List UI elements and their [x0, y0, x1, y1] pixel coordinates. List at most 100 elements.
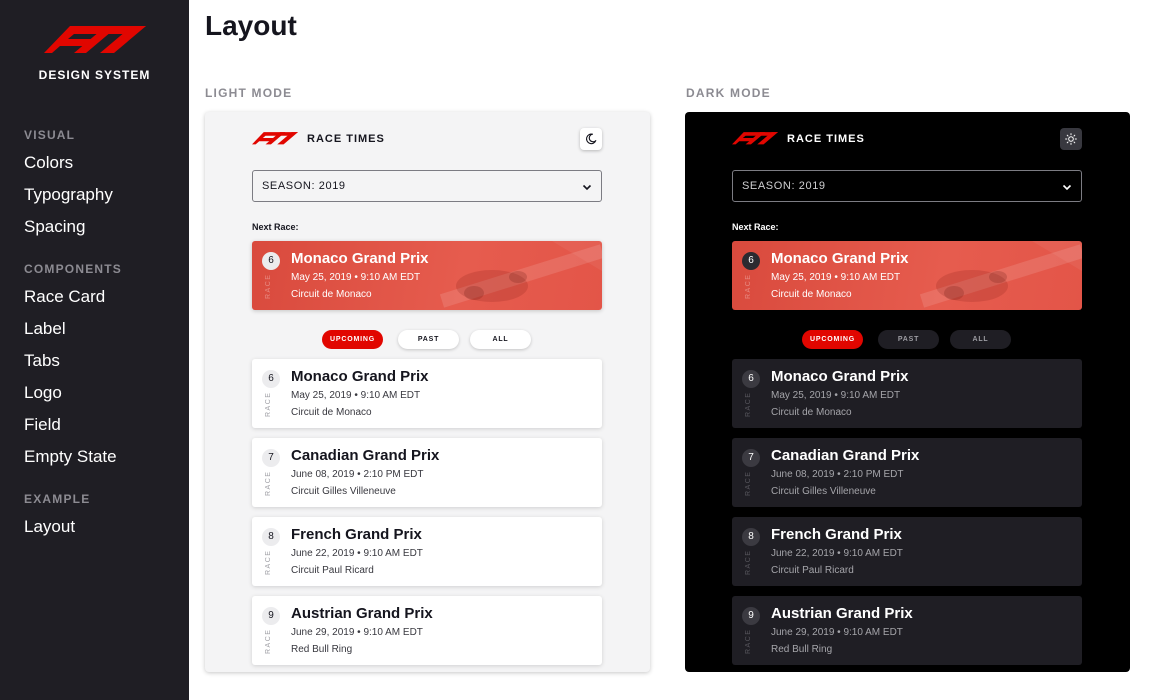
- race-date: May 25, 2019 • 9:10 AM EDT: [291, 272, 421, 283]
- tab-upcoming[interactable]: UPCOMING: [322, 330, 383, 349]
- race-car-image: [439, 241, 602, 308]
- race-car-image: [919, 241, 1082, 308]
- race-name: French Grand Prix: [771, 526, 902, 543]
- season-select-value: SEASON: 2019: [262, 180, 346, 192]
- sidebar-section-example: EXAMPLE: [24, 492, 91, 506]
- race-circuit: Circuit de Monaco: [771, 289, 852, 300]
- race-circuit: Circuit de Monaco: [291, 407, 372, 418]
- light-mode-label: LIGHT MODE: [205, 86, 293, 100]
- next-race-label: Next Race:: [252, 222, 299, 232]
- race-round-badge: 6: [262, 370, 280, 388]
- race-round-badge: 6: [742, 252, 760, 270]
- race-tag: RACE: [265, 470, 272, 496]
- race-tag: RACE: [745, 628, 752, 654]
- race-card[interactable]: 7 RACE Canadian Grand Prix June 08, 2019…: [252, 438, 602, 507]
- dark-mode-toggle[interactable]: [580, 128, 602, 150]
- sun-icon: [1065, 133, 1077, 145]
- sidebar-item-layout[interactable]: Layout: [24, 517, 75, 537]
- app-header-title: RACE TIMES: [787, 133, 865, 145]
- race-date: May 25, 2019 • 9:10 AM EDT: [771, 272, 901, 283]
- race-round-badge: 8: [742, 528, 760, 546]
- next-race-label: Next Race:: [732, 222, 779, 232]
- sidebar-item-spacing[interactable]: Spacing: [24, 217, 85, 237]
- tab-past[interactable]: PAST: [878, 330, 939, 349]
- race-tag: RACE: [265, 549, 272, 575]
- sidebar-section-components: COMPONENTS: [24, 262, 123, 276]
- dark-mode-label: DARK MODE: [686, 86, 771, 100]
- race-round-badge: 6: [262, 252, 280, 270]
- race-name: Austrian Grand Prix: [771, 605, 913, 622]
- race-circuit: Circuit Paul Ricard: [771, 565, 854, 576]
- chevron-down-icon: [582, 184, 592, 191]
- race-tag: RACE: [265, 273, 272, 299]
- race-round-badge: 7: [262, 449, 280, 467]
- sidebar-item-label[interactable]: Label: [24, 319, 66, 339]
- sidebar-item-empty-state[interactable]: Empty State: [24, 447, 117, 467]
- light-mode-toggle[interactable]: [1060, 128, 1082, 150]
- race-name: Austrian Grand Prix: [291, 605, 433, 622]
- dark-mode-preview: RACE TIMES SEASON: 2019 Next Race: 6 RAC…: [685, 112, 1130, 672]
- race-date: May 25, 2019 • 9:10 AM EDT: [291, 390, 421, 401]
- race-card[interactable]: 6 RACE Monaco Grand Prix May 25, 2019 • …: [252, 359, 602, 428]
- race-circuit: Circuit de Monaco: [291, 289, 372, 300]
- race-name: Monaco Grand Prix: [291, 250, 429, 267]
- race-circuit: Red Bull Ring: [771, 644, 833, 655]
- season-select[interactable]: SEASON: 2019: [252, 170, 602, 202]
- race-tag: RACE: [745, 470, 752, 496]
- race-date: June 22, 2019 • 9:10 AM EDT: [771, 548, 903, 559]
- race-tag: RACE: [745, 273, 752, 299]
- race-date: June 08, 2019 • 2:10 PM EDT: [771, 469, 904, 480]
- f1-logo[interactable]: [252, 132, 298, 145]
- race-round-badge: 6: [742, 370, 760, 388]
- tab-all[interactable]: ALL: [470, 330, 531, 349]
- sidebar-item-tabs[interactable]: Tabs: [24, 351, 60, 371]
- race-tag: RACE: [265, 628, 272, 654]
- race-name: Monaco Grand Prix: [291, 368, 429, 385]
- season-select[interactable]: SEASON: 2019: [732, 170, 1082, 202]
- race-date: June 29, 2019 • 9:10 AM EDT: [291, 627, 423, 638]
- next-race-card[interactable]: 6 RACE Monaco Grand Prix May 25, 2019 • …: [252, 241, 602, 310]
- tab-past[interactable]: PAST: [398, 330, 459, 349]
- sidebar-section-visual: VISUAL: [24, 128, 76, 142]
- race-circuit: Circuit de Monaco: [771, 407, 852, 418]
- race-date: June 08, 2019 • 2:10 PM EDT: [291, 469, 424, 480]
- race-circuit: Red Bull Ring: [291, 644, 353, 655]
- race-name: Monaco Grand Prix: [771, 250, 909, 267]
- sidebar-item-logo[interactable]: Logo: [24, 383, 62, 403]
- race-circuit: Circuit Gilles Villeneuve: [771, 486, 876, 497]
- sidebar-item-race-card[interactable]: Race Card: [24, 287, 105, 307]
- race-card[interactable]: 6 RACE Monaco Grand Prix May 25, 2019 • …: [732, 359, 1082, 428]
- moon-icon: [585, 133, 597, 145]
- race-name: Monaco Grand Prix: [771, 368, 909, 385]
- season-select-value: SEASON: 2019: [742, 180, 826, 192]
- tab-upcoming[interactable]: UPCOMING: [802, 330, 863, 349]
- race-name: Canadian Grand Prix: [771, 447, 920, 464]
- race-circuit: Circuit Paul Ricard: [291, 565, 374, 576]
- tab-all[interactable]: ALL: [950, 330, 1011, 349]
- f1-logo[interactable]: [44, 26, 146, 54]
- race-card[interactable]: 8 RACE French Grand Prix June 22, 2019 •…: [252, 517, 602, 586]
- race-date: June 29, 2019 • 9:10 AM EDT: [771, 627, 903, 638]
- race-round-badge: 8: [262, 528, 280, 546]
- race-tag: RACE: [745, 549, 752, 575]
- race-card[interactable]: 9 RACE Austrian Grand Prix June 29, 2019…: [252, 596, 602, 665]
- race-date: May 25, 2019 • 9:10 AM EDT: [771, 390, 901, 401]
- chevron-down-icon: [1062, 184, 1072, 191]
- race-card[interactable]: 8 RACE French Grand Prix June 22, 2019 •…: [732, 517, 1082, 586]
- race-card[interactable]: 9 RACE Austrian Grand Prix June 29, 2019…: [732, 596, 1082, 665]
- sidebar-item-colors[interactable]: Colors: [24, 153, 73, 173]
- app-header-title: RACE TIMES: [307, 133, 385, 145]
- sidebar: DESIGN SYSTEM VISUAL Colors Typography S…: [0, 0, 189, 700]
- race-card[interactable]: 7 RACE Canadian Grand Prix June 08, 2019…: [732, 438, 1082, 507]
- race-name: Canadian Grand Prix: [291, 447, 440, 464]
- f1-logo[interactable]: [732, 132, 778, 145]
- race-tag: RACE: [265, 391, 272, 417]
- race-round-badge: 9: [262, 607, 280, 625]
- next-race-card[interactable]: 6 RACE Monaco Grand Prix May 25, 2019 • …: [732, 241, 1082, 310]
- race-date: June 22, 2019 • 9:10 AM EDT: [291, 548, 423, 559]
- sidebar-item-typography[interactable]: Typography: [24, 185, 113, 205]
- race-filter-tabs: UPCOMING PAST ALL: [205, 330, 650, 350]
- race-circuit: Circuit Gilles Villeneuve: [291, 486, 396, 497]
- sidebar-item-field[interactable]: Field: [24, 415, 61, 435]
- race-round-badge: 9: [742, 607, 760, 625]
